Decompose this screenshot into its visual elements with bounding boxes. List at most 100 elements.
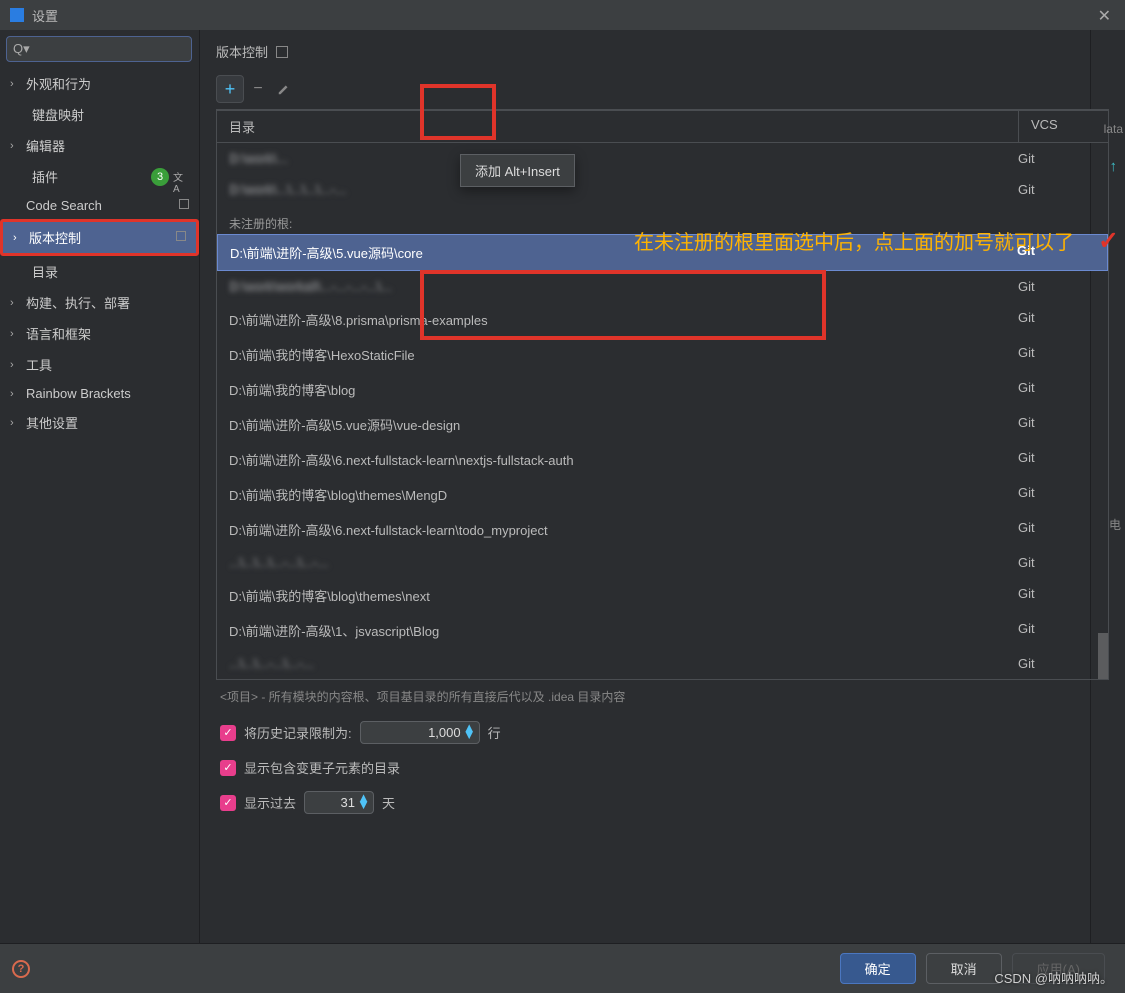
toolbar: + − — [216, 71, 1109, 107]
option-history: ✓ 将历史记录限制为: 1,000 ▲▼ 行 — [220, 721, 1105, 744]
breadcrumb: 版本控制 — [216, 38, 1109, 71]
cell-dir: ...\...\...-...\...-... — [229, 656, 1018, 671]
options-section: ✓ 将历史记录限制为: 1,000 ▲▼ 行 ✓ 显示包含变更子元素的目录 ✓ … — [216, 713, 1109, 822]
sidebar-item[interactable]: 目录 — [0, 256, 199, 287]
sidebar-item-label: Code Search — [26, 198, 179, 213]
cell-dir: D:\前端\我的博客\blog\themes\next — [229, 586, 1018, 605]
sidebar-item[interactable]: › 外观和行为 — [0, 68, 199, 99]
table-row[interactable]: D:\前端\我的博客\blog\themes\MengDGit — [217, 477, 1108, 512]
col-dir[interactable]: 目录 — [217, 111, 1018, 142]
sidebar-item[interactable]: › Rainbow Brackets — [0, 380, 199, 407]
sidebar-item[interactable]: ›工具 — [0, 349, 199, 380]
cancel-button[interactable]: 取消 — [926, 953, 1002, 984]
chevron-right-icon: › — [10, 359, 22, 371]
table-row[interactable]: D:\前端\进阶-高级\6.next-fullstack-learn\todo_… — [217, 512, 1108, 547]
sidebar-item-label: 外观和行为 — [26, 74, 189, 93]
add-tooltip: 添加 Alt+Insert — [460, 154, 575, 187]
sidebar-item[interactable]: ›编辑器 — [0, 130, 199, 161]
sidebar-item[interactable]: ›语言和框架 — [0, 318, 199, 349]
badge: 3 — [151, 168, 169, 186]
cell-vcs: Git — [1018, 310, 1096, 329]
cell-vcs: Git — [1018, 621, 1096, 640]
show-changed-label: 显示包含变更子元素的目录 — [244, 758, 400, 777]
cell-vcs: Git — [1018, 555, 1096, 570]
cell-dir: D:\前端\我的博客\blog — [229, 380, 1018, 399]
table-row[interactable]: D:\前端\我的博客\HexoStaticFileGit — [217, 337, 1108, 372]
sidebar-item-label: 其他设置 — [26, 413, 189, 432]
cell-vcs: Git — [1017, 243, 1095, 262]
help-icon[interactable]: ? — [12, 960, 30, 978]
breadcrumb-label: 版本控制 — [216, 42, 268, 61]
remove-button[interactable]: − — [246, 77, 270, 101]
table-row[interactable]: D:\前端\我的博客\blogGit — [217, 372, 1108, 407]
table-row[interactable]: D:\前端\进阶-高级\8.prisma\prisma-examplesGit — [217, 302, 1108, 337]
search-input[interactable]: Q▾ — [6, 36, 192, 62]
restore-icon[interactable] — [176, 231, 186, 244]
cell-dir: D:\前端\进阶-高级\5.vue源码\core — [230, 243, 1017, 262]
table-row[interactable]: D:\前端\进阶-高级\5.vue源码\vue-designGit — [217, 407, 1108, 442]
chevron-right-icon: › — [13, 232, 25, 244]
table-row[interactable]: D:\前端\进阶-高级\6.next-fullstack-learn\nextj… — [217, 442, 1108, 477]
cell-vcs: Git — [1018, 380, 1096, 399]
ok-button[interactable]: 确定 — [840, 953, 916, 984]
cell-vcs: Git — [1018, 279, 1096, 294]
show-past-suffix: 天 — [382, 793, 395, 812]
cell-vcs: Git — [1018, 656, 1096, 671]
cell-vcs: Git — [1018, 450, 1096, 469]
history-input[interactable]: 1,000 ▲▼ — [360, 721, 480, 744]
cell-dir: D:\前端\我的博客\HexoStaticFile — [229, 345, 1018, 364]
checkbox-checked-icon[interactable]: ✓ — [220, 795, 236, 811]
cell-dir: D:\work\...\...\...\...-... — [229, 182, 1018, 197]
sidebar-item-label: 版本控制 — [29, 228, 176, 247]
table-row[interactable]: D:\前端\进阶-高级\5.vue源码\coreGit — [217, 234, 1108, 271]
table-row[interactable]: ...\...\...-...\...-...Git — [217, 648, 1108, 679]
restore-icon[interactable] — [276, 46, 288, 58]
spinner-icon[interactable]: ▲▼ — [357, 794, 370, 808]
scrollbar-thumb[interactable] — [1098, 633, 1108, 679]
sidebar-item[interactable]: Code Search — [0, 192, 199, 219]
option-show-past: ✓ 显示过去 31 ▲▼ 天 — [220, 791, 1105, 814]
table-row[interactable]: ...\...\...\...-...\...-...Git — [217, 547, 1108, 578]
edit-button[interactable] — [272, 77, 296, 101]
chevron-right-icon: › — [10, 388, 22, 400]
sidebar-item-label: 键盘映射 — [26, 105, 189, 124]
sidebar-item[interactable]: › 版本控制 — [0, 219, 199, 256]
sidebar-item-label: 目录 — [26, 262, 189, 281]
hint-text: <项目> - 所有模块的内容根、项目基目录的所有直接后代以及 .idea 目录内… — [216, 680, 1109, 713]
chevron-right-icon: › — [10, 140, 22, 152]
table-row[interactable]: D:\work\...Git — [217, 143, 1108, 174]
bg-char: 电 — [1109, 516, 1121, 533]
chevron-right-icon: › — [10, 78, 22, 90]
table-row[interactable]: D:\work\...\...\...\...-...Git — [217, 174, 1108, 205]
cell-dir: D:\work\workall\...-...-...-...\... — [229, 279, 1018, 294]
cell-dir: D:\前端\进阶-高级\5.vue源码\vue-design — [229, 415, 1018, 434]
restore-icon[interactable] — [179, 199, 189, 212]
sidebar-item[interactable]: ›其他设置 — [0, 407, 199, 438]
close-icon[interactable]: ✕ — [1098, 6, 1111, 26]
section-label: 未注册的根: — [217, 205, 1108, 234]
sidebar-item-label: Rainbow Brackets — [26, 386, 189, 401]
content-panel: 版本控制 + − 添加 Alt+Insert 在未注册的根里面选中后，点上面的加… — [200, 30, 1125, 943]
cell-dir: D:\前端\进阶-高级\8.prisma\prisma-examples — [229, 310, 1018, 329]
days-input[interactable]: 31 ▲▼ — [304, 791, 374, 814]
translate-icon: 文A — [173, 169, 189, 185]
table-row[interactable]: D:\前端\我的博客\blog\themes\nextGit — [217, 578, 1108, 613]
vcs-table: 目录 VCS D:\work\...GitD:\work\...\...\...… — [216, 109, 1109, 680]
spinner-icon[interactable]: ▲▼ — [463, 724, 476, 738]
sidebar-item[interactable]: 键盘映射 — [0, 99, 199, 130]
add-button[interactable]: + — [216, 75, 244, 103]
settings-sidebar: Q▾ › 外观和行为键盘映射 ›编辑器插件3文A Code Search › 版本控制目录… — [0, 30, 200, 943]
sidebar-item[interactable]: ›构建、执行、部署 — [0, 287, 199, 318]
checkbox-checked-icon[interactable]: ✓ — [220, 725, 236, 741]
cell-dir: D:\work\... — [229, 151, 1018, 166]
chevron-right-icon: › — [10, 297, 22, 309]
checkbox-checked-icon[interactable]: ✓ — [220, 760, 236, 776]
dialog-footer: ? 确定 取消 应用(A) — [0, 943, 1125, 993]
scrollbar[interactable] — [1098, 633, 1108, 679]
col-vcs[interactable]: VCS — [1018, 111, 1108, 142]
cell-vcs: Git — [1018, 586, 1096, 605]
table-row[interactable]: D:\前端\进阶-高级\1、jsvascript\BlogGit — [217, 613, 1108, 648]
table-row[interactable]: D:\work\workall\...-...-...-...\...Git — [217, 271, 1108, 302]
sidebar-item[interactable]: 插件3文A — [0, 161, 199, 192]
title-bar: 设置 ✕ — [0, 0, 1125, 30]
